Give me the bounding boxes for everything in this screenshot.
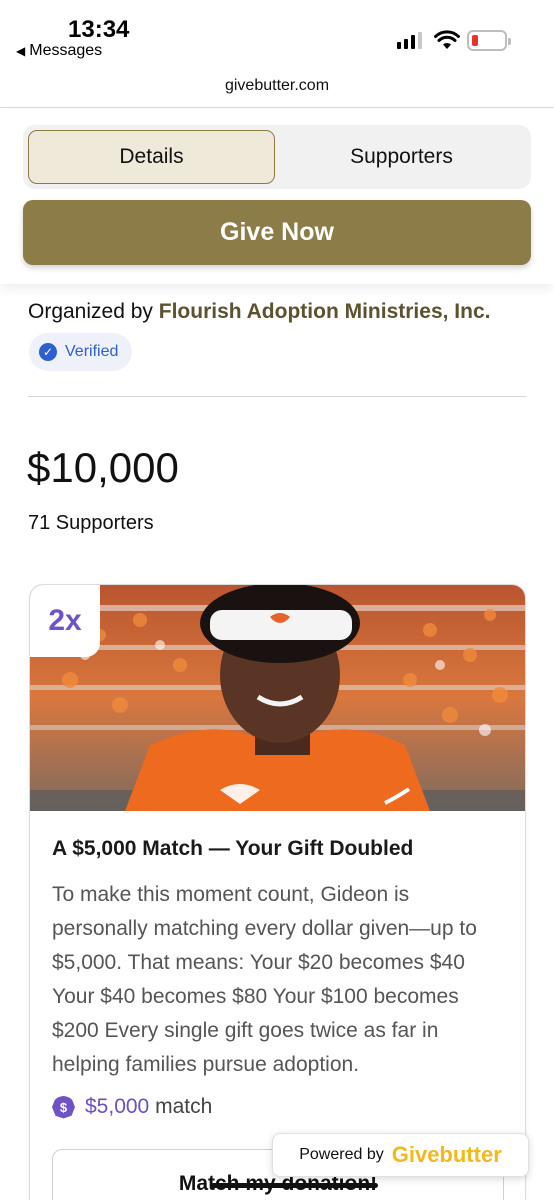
verified-label: Verified [65, 343, 119, 360]
match-title: A $5,000 Match — Your Gift Doubled [52, 837, 414, 860]
section-divider [28, 396, 526, 397]
give-now-button[interactable]: Give Now [23, 200, 531, 265]
tab-supporters[interactable]: Supporters [278, 130, 525, 184]
back-to-messages[interactable]: ◀ Messages [16, 42, 102, 60]
back-app-label: Messages [29, 42, 103, 59]
home-indicator[interactable] [210, 1183, 378, 1188]
powered-by-badge[interactable]: Powered by Givebutter [272, 1133, 529, 1177]
wifi-icon [434, 30, 460, 49]
dollar-badge-icon: $ [52, 1095, 75, 1119]
verified-badge: ✓ Verified [29, 333, 133, 371]
match-multiplier-badge: 2x [30, 585, 100, 657]
givebutter-logo: Givebutter [391, 1142, 502, 1167]
match-suffix: match [155, 1095, 213, 1118]
url-text: givebutter.com [224, 77, 330, 94]
status-bar: 13:34 ◀ Messages [0, 0, 554, 66]
browser-url-bar[interactable]: givebutter.com [0, 66, 554, 108]
match-amount: $5,000 [85, 1095, 150, 1118]
organizer-name-link[interactable]: Flourish Adoption Ministries, Inc. [159, 300, 491, 323]
status-time: 13:34 [68, 16, 130, 43]
powered-by-prefix: Powered by [299, 1146, 384, 1163]
raised-amount: $10,000 [27, 444, 179, 491]
triangle-left-icon: ◀ [16, 44, 26, 58]
organizer-prefix: Organized by [28, 300, 153, 323]
battery-icon [467, 30, 511, 51]
tab-details[interactable]: Details [28, 130, 275, 184]
player-photo [30, 585, 525, 811]
organizer-line: Organized by Flourish Adoption Ministrie… [28, 300, 490, 324]
match-amount-line: $ $5,000 match [52, 1095, 212, 1119]
tab-bar: Details Supporters [23, 125, 531, 189]
supporters-count: 71 Supporters [28, 512, 154, 534]
verified-check-icon: ✓ [39, 343, 57, 361]
cellular-signal-icon [397, 32, 422, 49]
campaign-action-header: Details Supporters Give Now [0, 108, 554, 284]
match-description: To make this moment count, Gideon is per… [52, 883, 477, 1076]
match-card: 2x A $5,000 Match — Your Gift Doubled To… [29, 584, 526, 1200]
